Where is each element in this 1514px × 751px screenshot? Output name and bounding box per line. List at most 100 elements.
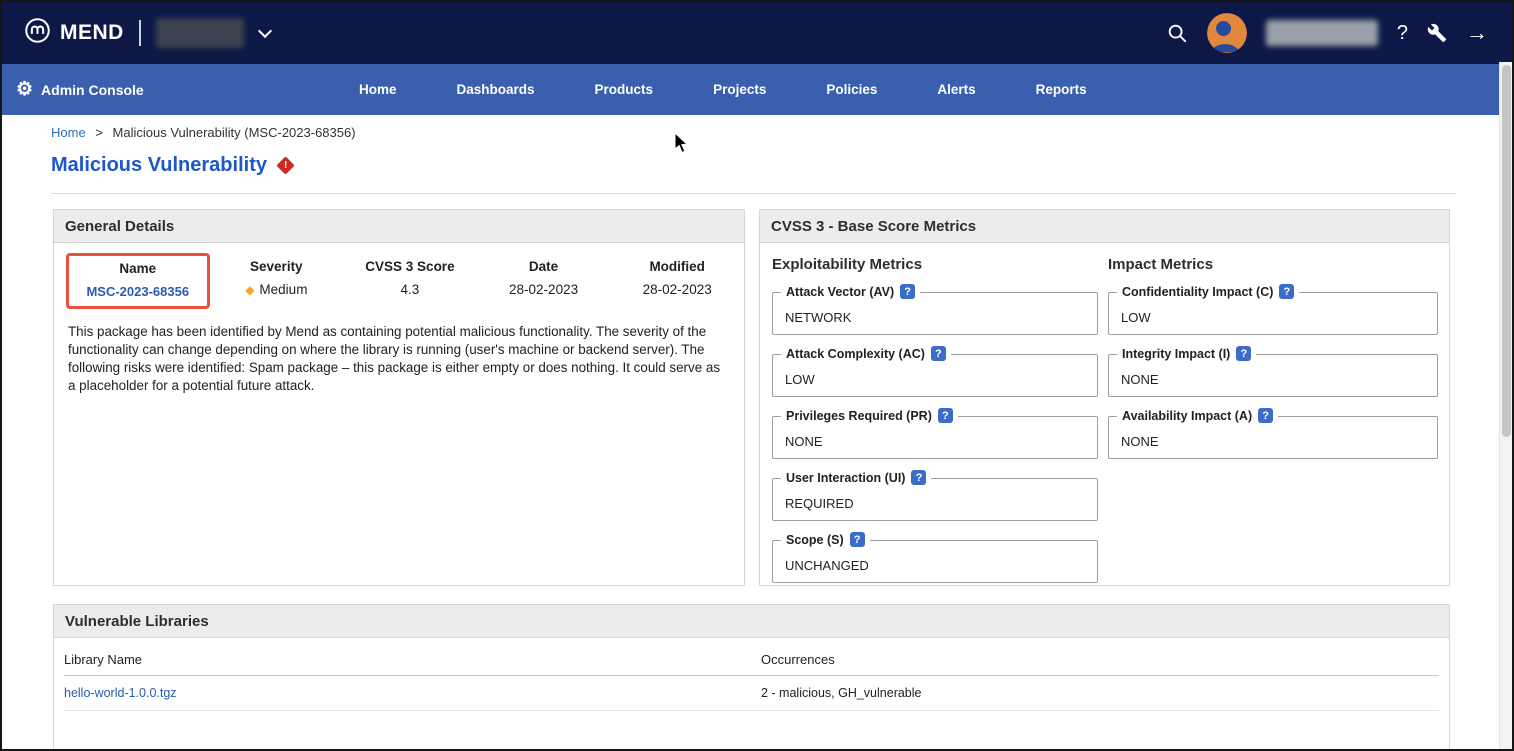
date-column: Date 28-02-2023 (477, 251, 611, 297)
vulnerable-libraries-header: Vulnerable Libraries (54, 605, 1449, 638)
topbar-actions: ? → (1166, 13, 1488, 53)
integrity-impact-label: Integrity Impact (I) (1122, 347, 1230, 361)
general-details-table: Name MSC-2023-68356 Severity ◆ Medium CVS… (54, 243, 744, 309)
username-blurred[interactable] (1266, 20, 1378, 46)
nav-item-home[interactable]: Home (329, 82, 427, 97)
confidentiality-impact-field: Confidentiality Impact (C) ? LOW (1108, 292, 1438, 335)
mend-logo[interactable]: MEND (24, 17, 124, 50)
cvss-score-header: CVSS 3 Score (343, 259, 477, 274)
scope-field: Scope (S) ? UNCHANGED (772, 540, 1098, 583)
search-icon[interactable] (1166, 22, 1188, 44)
topbar-divider (139, 20, 141, 46)
attack-complexity-field: Attack Complexity (AC) ? LOW (772, 354, 1098, 397)
impact-metrics-title: Impact Metrics (1108, 256, 1438, 273)
severity-value: Medium (259, 282, 307, 297)
integrity-impact-value: NONE (1121, 372, 1159, 387)
modified-value: 28-02-2023 (610, 282, 744, 297)
page-title-text: Malicious Vulnerability (51, 154, 267, 177)
confidentiality-impact-value: LOW (1121, 310, 1151, 325)
cvss-panel-header: CVSS 3 - Base Score Metrics (760, 210, 1449, 243)
cvss-score-value: 4.3 (343, 282, 477, 297)
privileges-required-field: Privileges Required (PR) ? NONE (772, 416, 1098, 459)
severity-column-header: Severity (210, 259, 344, 274)
date-header: Date (477, 259, 611, 274)
malicious-warning-icon: ! (276, 156, 294, 174)
help-icon[interactable]: ? (1397, 23, 1408, 43)
vulnerability-description: This package has been identified by Mend… (54, 309, 744, 395)
confidentiality-impact-help-icon[interactable]: ? (1279, 284, 1294, 299)
wrench-icon[interactable] (1427, 23, 1447, 43)
breadcrumb: Home > Malicious Vulnerability (MSC-2023… (51, 125, 356, 140)
user-interaction-help-icon[interactable]: ? (911, 470, 926, 485)
exploitability-metrics-title: Exploitability Metrics (772, 256, 1098, 273)
main-nav: ⚙ Admin Console Home Dashboards Products… (2, 64, 1512, 115)
privileges-required-value: NONE (785, 434, 823, 449)
breadcrumb-home-link[interactable]: Home (51, 125, 86, 140)
integrity-impact-field: Integrity Impact (I) ? NONE (1108, 354, 1438, 397)
attack-complexity-help-icon[interactable]: ? (931, 346, 946, 361)
vulnerability-id-link[interactable]: MSC-2023-68356 (86, 284, 189, 299)
table-header-row: Library Name Occurrences (64, 644, 1439, 676)
nav-item-policies[interactable]: Policies (796, 82, 907, 97)
availability-impact-help-icon[interactable]: ? (1258, 408, 1273, 423)
availability-impact-field: Availability Impact (A) ? NONE (1108, 416, 1438, 459)
brand-text: MEND (60, 21, 124, 45)
scope-help-icon[interactable]: ? (850, 532, 865, 547)
mend-logo-icon (24, 17, 51, 50)
admin-console-button[interactable]: ⚙ Admin Console (16, 64, 144, 115)
scope-label: Scope (S) (786, 533, 844, 547)
cvss-panel: CVSS 3 - Base Score Metrics Exploitabili… (759, 209, 1450, 586)
name-column-header: Name (69, 261, 207, 276)
logout-arrow-icon[interactable]: → (1466, 22, 1488, 44)
availability-impact-value: NONE (1121, 434, 1159, 449)
attack-complexity-label: Attack Complexity (AC) (786, 347, 925, 361)
nav-item-alerts[interactable]: Alerts (907, 82, 1005, 97)
confidentiality-impact-label: Confidentiality Impact (C) (1122, 285, 1273, 299)
user-avatar[interactable] (1207, 13, 1247, 53)
nav-items: Home Dashboards Products Projects Polici… (329, 64, 1117, 115)
integrity-impact-help-icon[interactable]: ? (1236, 346, 1251, 361)
scope-value: UNCHANGED (785, 558, 869, 573)
attack-vector-value: NETWORK (785, 310, 851, 325)
privileges-required-label: Privileges Required (PR) (786, 409, 932, 423)
nav-item-products[interactable]: Products (565, 82, 684, 97)
severity-medium-icon: ◆ (245, 283, 254, 297)
attack-vector-field: Attack Vector (AV) ? NETWORK (772, 292, 1098, 335)
vulnerable-libraries-table: Library Name Occurrences hello-world-1.0… (54, 638, 1449, 711)
scrollbar-thumb[interactable] (1502, 65, 1511, 437)
vulnerable-libraries-panel: Vulnerable Libraries Library Name Occurr… (53, 604, 1450, 751)
organization-selector[interactable] (156, 18, 244, 48)
severity-column: Severity ◆ Medium (210, 251, 344, 297)
occurrences-column-header: Occurrences (761, 652, 1439, 667)
privileges-required-help-icon[interactable]: ? (938, 408, 953, 423)
mouse-cursor (674, 132, 690, 159)
nav-item-projects[interactable]: Projects (683, 82, 796, 97)
exploitability-metrics-column: Exploitability Metrics Attack Vector (AV… (772, 256, 1098, 583)
general-details-header: General Details (54, 210, 744, 243)
name-column-highlighted: Name MSC-2023-68356 (66, 253, 210, 309)
page-title: Malicious Vulnerability ! (51, 154, 292, 177)
nav-item-reports[interactable]: Reports (1006, 82, 1117, 97)
library-name-column-header: Library Name (64, 652, 761, 667)
impact-metrics-column: Impact Metrics Confidentiality Impact (C… (1108, 256, 1438, 459)
attack-vector-label: Attack Vector (AV) (786, 285, 894, 299)
library-link[interactable]: hello-world-1.0.0.tgz (64, 686, 177, 700)
vertical-scrollbar[interactable] (1499, 62, 1512, 749)
admin-console-label: Admin Console (41, 82, 144, 98)
attack-vector-help-icon[interactable]: ? (900, 284, 915, 299)
user-interaction-label: User Interaction (UI) (786, 471, 905, 485)
nav-item-dashboards[interactable]: Dashboards (427, 82, 565, 97)
user-interaction-value: REQUIRED (785, 496, 854, 511)
general-details-panel: General Details Name MSC-2023-68356 Seve… (53, 209, 745, 586)
gear-icon: ⚙ (16, 80, 33, 99)
occurrences-value: 2 - malicious, GH_vulnerable (761, 686, 1439, 700)
breadcrumb-current: Malicious Vulnerability (MSC-2023-68356) (113, 125, 356, 140)
app-window: MEND ? (0, 0, 1514, 751)
cvss-score-column: CVSS 3 Score 4.3 (343, 251, 477, 297)
date-value: 28-02-2023 (477, 282, 611, 297)
user-interaction-field: User Interaction (UI) ? REQUIRED (772, 478, 1098, 521)
attack-complexity-value: LOW (785, 372, 815, 387)
table-row: hello-world-1.0.0.tgz 2 - malicious, GH_… (64, 676, 1439, 711)
chevron-down-icon[interactable] (258, 24, 272, 38)
title-divider (51, 193, 1456, 194)
